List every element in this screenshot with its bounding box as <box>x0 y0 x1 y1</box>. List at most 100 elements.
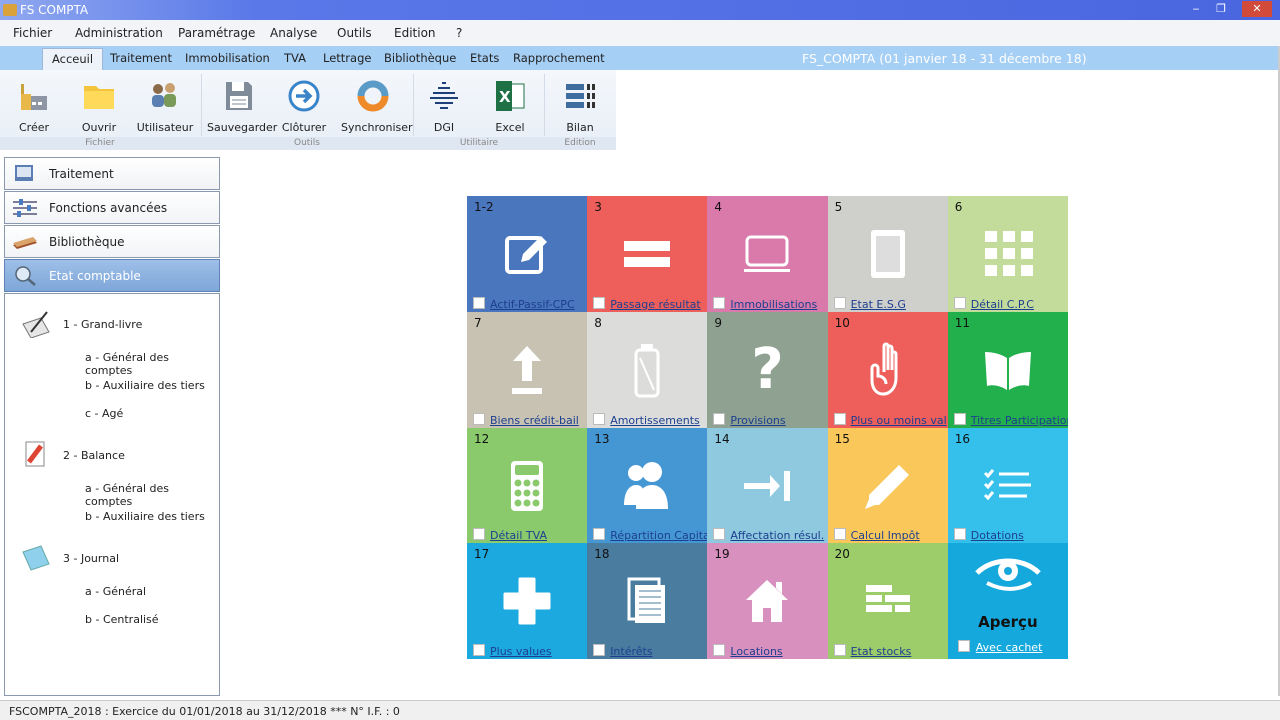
tile-label[interactable]: Plus values <box>490 645 552 658</box>
tile-9[interactable]: 9 ? Provisions <box>707 311 828 428</box>
nav-etat-comptable[interactable]: Etat comptable <box>4 259 220 292</box>
tile-10[interactable]: 10 Plus ou moins val <box>827 311 948 428</box>
tab-acceuil[interactable]: Acceuil <box>42 48 104 70</box>
tile-12[interactable]: 12 Détail TVA <box>467 427 588 544</box>
tile-checkbox[interactable] <box>593 412 606 425</box>
restore-button[interactable]: ❐ <box>1209 1 1233 17</box>
menu-administration[interactable]: Administration <box>75 26 163 40</box>
user-button[interactable]: Utilisateur <box>133 78 197 134</box>
tile-checkbox[interactable] <box>473 296 485 309</box>
tab-immobilisation[interactable]: Immobilisation <box>185 51 270 65</box>
tile-checkbox[interactable] <box>713 528 726 541</box>
tile-label[interactable]: Calcul Impôt <box>851 529 920 542</box>
tile-label[interactable]: Etat E.S.G <box>851 298 906 311</box>
tile-checkbox[interactable] <box>713 412 726 425</box>
tile-label[interactable]: Biens crédit-bail <box>490 414 579 427</box>
tile-5[interactable]: 5 Etat E.S.G <box>827 196 948 312</box>
tile-checkbox[interactable] <box>473 644 485 656</box>
tile-label[interactable]: Immobilisations <box>730 298 817 311</box>
create-button[interactable]: Créer <box>2 78 66 134</box>
tile-checkbox[interactable] <box>593 644 606 656</box>
avec-cachet-checkbox[interactable] <box>957 640 970 652</box>
tile-label[interactable]: Détail TVA <box>490 529 547 542</box>
tile-label[interactable]: Etat stocks <box>851 645 912 658</box>
tile-checkbox[interactable] <box>833 296 846 309</box>
tab-rapprochement[interactable]: Rapprochement <box>513 51 605 65</box>
tab-traitement[interactable]: Traitement <box>110 51 172 65</box>
tile-label[interactable]: Provisions <box>730 414 785 427</box>
tree-grand-livre[interactable]: 1 - Grand-livre <box>63 318 142 331</box>
bilan-button[interactable]: Bilan <box>548 78 612 134</box>
nav-traitement[interactable]: Traitement <box>4 157 220 190</box>
tree-bal-auxiliaire[interactable]: b - Auxiliaire des tiers <box>85 510 205 523</box>
save-button[interactable]: Sauvegarder <box>207 78 277 134</box>
tile-7[interactable]: 7 Biens crédit-bail <box>467 311 588 428</box>
tile-1-2[interactable]: 1-2 Actif-Passif-CPC <box>467 196 588 312</box>
tile-checkbox[interactable] <box>593 528 606 541</box>
menu-outils[interactable]: Outils <box>337 26 372 40</box>
tree-gl-auxiliaire[interactable]: b - Auxiliaire des tiers <box>85 379 205 392</box>
open-button[interactable]: Ouvrir <box>67 78 131 134</box>
tree-j-centralise[interactable]: b - Centralisé <box>85 613 159 626</box>
tree-j-general[interactable]: a - Général <box>85 585 146 598</box>
tile-19[interactable]: 19 Locations <box>707 543 828 659</box>
close-year-button[interactable]: Clôturer <box>272 78 336 134</box>
menu-analyse[interactable]: Analyse <box>270 26 317 40</box>
tree-bal-general[interactable]: a - Général des comptes <box>85 482 219 508</box>
tile-8[interactable]: 8 Amortissements <box>587 311 708 428</box>
tile-label[interactable]: Locations <box>730 645 782 658</box>
tree-gl-age[interactable]: c - Agé <box>85 407 123 420</box>
tile-20[interactable]: 20 Etat stocks <box>827 543 948 659</box>
tile-label[interactable]: Passage résultat <box>610 298 701 311</box>
tile-label[interactable]: Actif-Passif-CPC <box>490 298 575 311</box>
tile-label[interactable]: Amortissements <box>610 414 700 427</box>
menu-edition[interactable]: Edition <box>394 26 436 40</box>
dgi-button[interactable]: DGI <box>412 78 476 134</box>
tile-checkbox[interactable] <box>713 296 726 309</box>
tab-lettrage[interactable]: Lettrage <box>323 51 371 65</box>
tile-checkbox[interactable] <box>953 296 966 309</box>
tile-label[interactable]: Titres Participation <box>971 414 1068 427</box>
menu-help[interactable]: ? <box>456 26 462 40</box>
preview-tile[interactable]: Aperçu Avec cachet <box>947 543 1068 659</box>
close-button[interactable]: ✕ <box>1242 1 1272 17</box>
tree-journal[interactable]: 3 - Journal <box>63 552 119 565</box>
tab-tva[interactable]: TVA <box>284 51 306 65</box>
tile-label[interactable]: Détail C.P.C <box>971 298 1034 311</box>
tile-checkbox[interactable] <box>953 412 966 425</box>
tile-checkbox[interactable] <box>473 412 485 425</box>
tile-checkbox[interactable] <box>833 644 846 656</box>
tile-label[interactable]: Affectation résul. <box>730 529 824 542</box>
tile-checkbox[interactable] <box>953 528 966 541</box>
tree-balance[interactable]: 2 - Balance <box>63 449 125 462</box>
tree-gl-general[interactable]: a - Général des comptes <box>85 351 219 377</box>
tile-label[interactable]: Intérêts <box>610 645 652 658</box>
tile-4[interactable]: 4 Immobilisations <box>707 196 828 312</box>
tile-16[interactable]: 16 Dotations <box>947 427 1068 544</box>
tile-18[interactable]: 18 Intérêts <box>587 543 708 659</box>
tile-15[interactable]: 15 Calcul Impôt <box>827 427 948 544</box>
nav-fonctions-avancees[interactable]: Fonctions avancées <box>4 191 220 224</box>
menu-fichier[interactable]: Fichier <box>13 26 52 40</box>
avec-cachet-label[interactable]: Avec cachet <box>976 641 1043 654</box>
tile-11[interactable]: 11 Titres Participation <box>947 311 1068 428</box>
nav-bibliotheque[interactable]: Bibliothèque <box>4 225 220 258</box>
tab-bibliotheque[interactable]: Bibliothèque <box>384 51 456 65</box>
tile-checkbox[interactable] <box>593 296 606 309</box>
minimize-button[interactable]: ‒ <box>1184 1 1208 17</box>
tile-checkbox[interactable] <box>473 528 485 541</box>
tile-checkbox[interactable] <box>713 644 726 656</box>
tile-13[interactable]: 13 Répartition Capital <box>587 427 708 544</box>
tile-6[interactable]: 6 Détail C.P.C <box>947 196 1068 312</box>
tile-3[interactable]: 3 Passage résultat <box>587 196 708 312</box>
tile-label[interactable]: Dotations <box>971 529 1024 542</box>
tab-etats[interactable]: Etats <box>470 51 499 65</box>
tile-14[interactable]: 14 Affectation résul. <box>707 427 828 544</box>
tile-checkbox[interactable] <box>833 412 846 425</box>
tile-label[interactable]: Plus ou moins val <box>851 414 947 427</box>
sync-button[interactable]: Synchroniser <box>341 78 413 134</box>
menu-parametrage[interactable]: Paramétrage <box>178 26 255 40</box>
tile-label[interactable]: Répartition Capital <box>610 529 707 542</box>
tile-17[interactable]: 17 Plus values <box>467 543 588 659</box>
excel-button[interactable]: X Excel <box>478 78 542 134</box>
